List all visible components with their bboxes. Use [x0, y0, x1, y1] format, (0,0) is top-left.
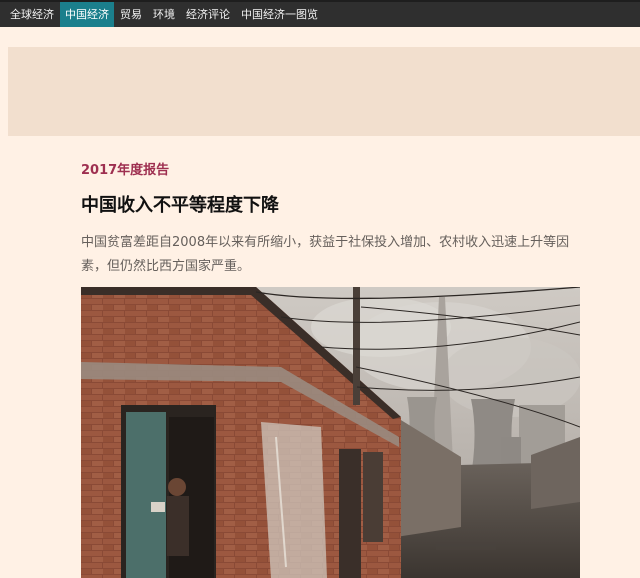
nav-item-global-economy[interactable]: 全球经济 — [5, 2, 59, 27]
article-standfirst: 中国贫富差距自2008年以来有所缩小，获益于社保投入增加、农村收入迅速上升等因素… — [81, 235, 570, 274]
ad-banner-placeholder — [8, 47, 640, 136]
nav-item-trade[interactable]: 贸易 — [115, 2, 147, 27]
article-headline[interactable]: 中国收入不平等程度下降 — [81, 191, 279, 217]
nav-item-china-economy[interactable]: 中国经济 — [60, 2, 114, 27]
top-navigation: 全球经济 中国经济 贸易 环境 经济评论 中国经济一图览 — [0, 0, 640, 27]
nav-item-economic-commentary[interactable]: 经济评论 — [181, 2, 235, 27]
photo-illustration — [81, 287, 580, 578]
nav-item-china-economy-at-a-glance[interactable]: 中国经济一图览 — [236, 2, 323, 27]
article-photo — [81, 287, 580, 578]
article-kicker[interactable]: 2017年度报告 — [81, 159, 169, 178]
nav-item-environment[interactable]: 环境 — [148, 2, 180, 27]
